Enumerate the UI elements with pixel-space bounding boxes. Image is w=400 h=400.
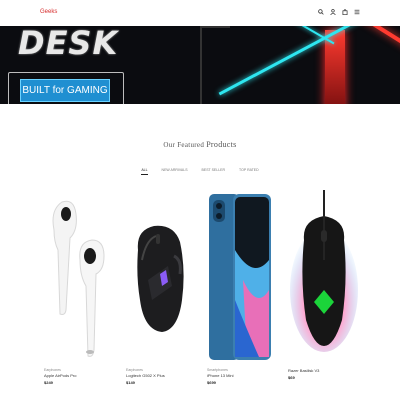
site-logo[interactable]: Geeks (40, 9, 57, 15)
product-card[interactable]: Earphones Apple AirPods Pro $249 (44, 190, 124, 385)
product-image-razer-mouse[interactable] (288, 190, 368, 365)
menu-icon[interactable] (354, 8, 360, 16)
product-price: $149 (126, 380, 135, 385)
tab-top-rated[interactable]: Top Rated (239, 168, 259, 175)
product-card[interactable]: Razer Basilisk V3 $69 (288, 190, 368, 380)
product-tabs: All New Arrivals Best Seller Top Rated (0, 168, 400, 175)
product-image-logitech-mouse[interactable] (126, 190, 206, 365)
product-card[interactable]: Smartphones iPhone 13 Mini $699 (207, 190, 287, 385)
user-icon[interactable] (330, 8, 336, 16)
section-title: Our Featured Products (0, 140, 400, 149)
product-price: $699 (207, 380, 216, 385)
product-card[interactable]: Earphones Logitech G502 X Plus $149 (126, 190, 206, 385)
product-image-airpods[interactable] (44, 190, 124, 365)
product-name[interactable]: iPhone 13 Mini (207, 373, 287, 378)
tab-all[interactable]: All (141, 168, 148, 175)
product-image-iphone[interactable] (207, 190, 287, 365)
product-price: $69 (288, 375, 295, 380)
cart-icon[interactable] (342, 8, 348, 16)
tab-new-arrivals[interactable]: New Arrivals (162, 168, 188, 175)
section-title-small: Our Featured (163, 141, 205, 149)
product-category: Earphones (126, 368, 143, 372)
site-header: Geeks (0, 0, 400, 26)
product-name[interactable]: Logitech G502 X Plus (126, 373, 206, 378)
product-name[interactable]: Apple AirPods Pro (44, 373, 124, 378)
header-icons (318, 8, 360, 16)
product-category: Earphones (44, 368, 61, 372)
hero-title: DESK (18, 24, 119, 62)
search-icon[interactable] (318, 8, 324, 16)
section-title-big: Products (206, 140, 237, 149)
product-category: Smartphones (207, 368, 228, 372)
product-name[interactable]: Razer Basilisk V3 (288, 368, 368, 373)
tab-best-seller[interactable]: Best Seller (202, 168, 225, 175)
product-price: $249 (44, 380, 53, 385)
hero-cta-button[interactable]: BUILT for GAMING (20, 79, 110, 102)
